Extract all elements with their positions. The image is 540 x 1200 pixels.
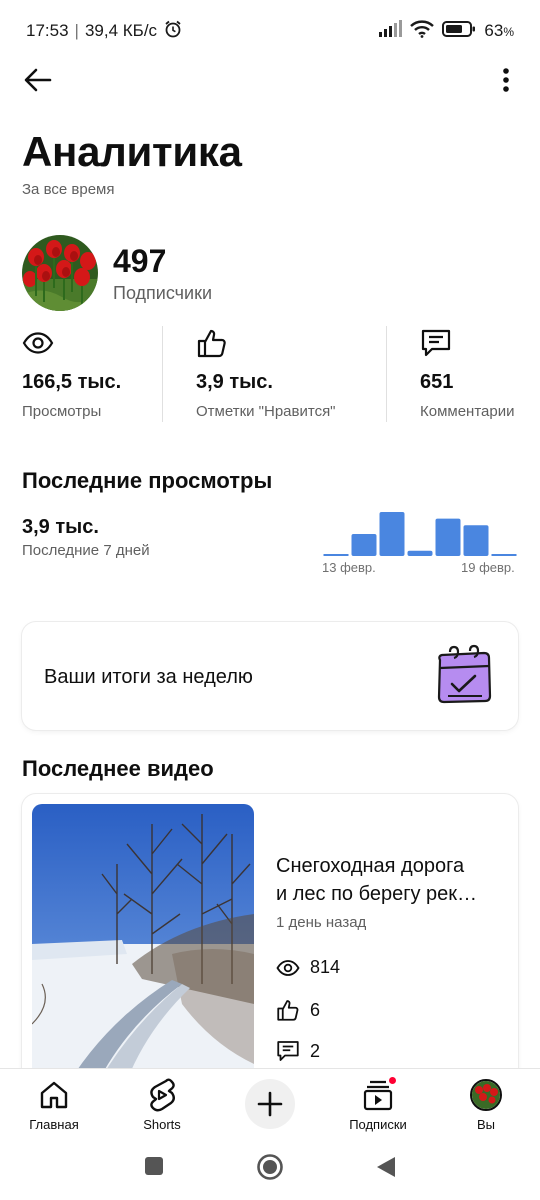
alarm-icon [163, 19, 183, 44]
status-separator: | [74, 21, 79, 40]
eye-icon [276, 959, 300, 976]
stat-likes[interactable]: 3,9 тыс. Отметки "Нравится" [163, 326, 386, 422]
views-value: 166,5 тыс. [22, 371, 122, 393]
thumb-up-icon [197, 329, 226, 358]
chart-bar-3 [379, 512, 405, 556]
likes-value: 3,9 тыс. [196, 371, 273, 393]
create-button[interactable] [245, 1079, 295, 1129]
channel-avatar[interactable] [22, 235, 98, 311]
video-thumbnail[interactable] [32, 804, 254, 1094]
plus-icon [257, 1091, 283, 1117]
chart-bar-2 [351, 534, 377, 556]
battery-icon [442, 20, 476, 43]
video-views: 814 [276, 957, 340, 978]
nav-you[interactable]: Вы [436, 1069, 536, 1139]
bottom-navigation: Главная Shorts Подписки Вы [0, 1068, 540, 1138]
nav-subscriptions[interactable]: Подписки [328, 1069, 428, 1139]
comments-label: Комментарии [420, 403, 515, 420]
video-title-line1: Снегоходная дорога [276, 855, 465, 877]
page-subtitle: За все время [22, 181, 115, 198]
nav-shorts[interactable]: Shorts [112, 1069, 212, 1139]
recent-views-chart[interactable] [322, 500, 518, 560]
chart-bar-5 [435, 518, 461, 556]
subscribers-count: 497 [113, 242, 167, 279]
notification-dot [387, 1075, 398, 1086]
thumb-up-icon [277, 1000, 299, 1021]
stats-row: 166,5 тыс. Просмотры 3,9 тыс. Отметки "Н… [22, 326, 540, 422]
battery-percent-unit: % [503, 25, 514, 39]
stat-comments[interactable]: 651 Комментарии [387, 326, 517, 422]
last-video-title: Последнее видео [22, 756, 214, 781]
square-icon [145, 1157, 163, 1175]
chart-start-label: 13 февр. [322, 560, 376, 575]
last-video-card[interactable]: Снегоходная дорога и лес по берегу рек… … [22, 794, 518, 1094]
status-time: 17:53 [26, 21, 69, 40]
views-label: Просмотры [22, 403, 102, 420]
nav-home[interactable]: Главная [4, 1069, 104, 1139]
nav-shorts-label: Shorts [143, 1117, 181, 1132]
chart-bar-1 [323, 554, 349, 556]
triangle-back-icon [377, 1157, 395, 1177]
eye-icon [22, 332, 54, 354]
video-likes: 6 [276, 998, 320, 1022]
weekly-summary-label: Ваши итоги за неделю [44, 666, 253, 688]
back-system-button[interactable] [375, 1155, 397, 1184]
chart-end-label: 19 февр. [461, 560, 515, 575]
nav-you-label: Вы [476, 1117, 495, 1132]
chart-bar-7 [491, 554, 517, 556]
more-vert-icon [503, 68, 509, 92]
weekly-summary-card[interactable]: Ваши итоги за неделю [22, 622, 518, 730]
nav-home-label: Главная [29, 1117, 79, 1132]
nav-subscriptions-label: Подписки [349, 1117, 407, 1132]
likes-label: Отметки "Нравится" [196, 403, 336, 420]
video-comments: 2 [276, 1039, 320, 1063]
circle-icon [257, 1154, 283, 1180]
comment-icon [421, 329, 451, 357]
page-title: Аналитика [22, 128, 242, 175]
battery-percent: 63 [484, 21, 504, 40]
comments-value: 651 [420, 371, 454, 393]
video-title-line2: и лес по берегу рек… [276, 883, 478, 905]
recent-views-period: Последние 7 дней [22, 542, 150, 559]
stat-views[interactable]: 166,5 тыс. Просмотры [22, 326, 162, 422]
calendar-check-icon [432, 644, 496, 713]
chart-bar-4 [407, 550, 433, 556]
chart-bar-6 [463, 525, 489, 556]
home-icon [40, 1081, 68, 1109]
video-views-count: 814 [310, 957, 341, 977]
account-avatar [470, 1079, 502, 1111]
signal-icon [378, 19, 403, 43]
subscribers-label: Подписчики [113, 282, 213, 303]
recent-views-value: 3,9 тыс. [22, 516, 99, 538]
back-button[interactable] [18, 60, 58, 100]
recents-button[interactable] [143, 1155, 165, 1182]
video-title[interactable]: Снегоходная дорога и лес по берегу рек… [276, 852, 502, 908]
wifi-icon [410, 19, 435, 43]
comment-icon [277, 1041, 299, 1061]
arrow-back-icon [24, 68, 52, 92]
video-age: 1 день назад [276, 914, 367, 931]
home-system-button[interactable] [256, 1153, 284, 1186]
shorts-icon [150, 1078, 175, 1112]
status-speed: 39,4 КБ/с [84, 21, 158, 40]
top-app-bar [0, 50, 540, 110]
system-navigation-bar [0, 1138, 540, 1200]
more-options-button[interactable] [486, 60, 526, 100]
video-likes-count: 6 [310, 999, 321, 1020]
channel-summary: 497 Подписчики [22, 234, 212, 312]
video-comments-count: 2 [310, 1040, 321, 1061]
recent-views-title: Последние просмотры [22, 468, 273, 493]
